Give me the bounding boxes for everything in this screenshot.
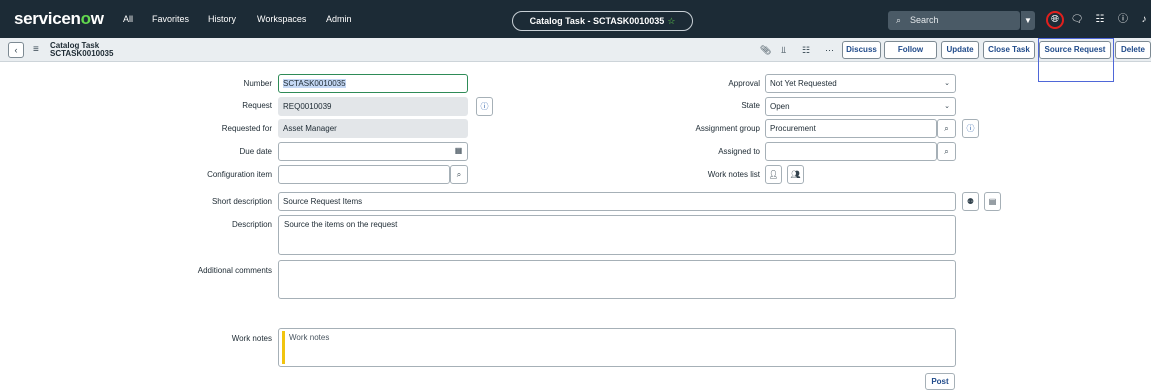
search-scope-dropdown[interactable]: ▼: [1020, 11, 1035, 30]
number-label: Number: [243, 79, 272, 88]
close-task-button[interactable]: Close Task: [983, 41, 1035, 59]
form-context-menu-icon[interactable]: ≡: [33, 43, 39, 56]
record-number: SCTASK0010035: [50, 49, 114, 58]
logo-text-o: o: [80, 9, 91, 28]
record-title-pill[interactable]: Catalog Task - SCTASK0010035 ☆: [512, 11, 693, 31]
book-icon[interactable]: ▤: [984, 192, 1001, 211]
chat-icon[interactable]: 🗨︎: [1068, 11, 1086, 29]
assignment-group-info-icon[interactable]: ⓘ: [962, 119, 979, 138]
assignment-group-label: Assignment group: [695, 124, 760, 133]
work-notes-textarea[interactable]: Work notes: [278, 328, 956, 367]
more-options-icon[interactable]: ⋯: [825, 44, 834, 56]
discuss-button[interactable]: Discuss: [842, 41, 881, 59]
logo-text-end: w: [90, 9, 104, 28]
search-icon: ⌕: [896, 15, 902, 25]
assigned-to-field[interactable]: [765, 142, 937, 161]
short-description-label: Short description: [211, 197, 272, 206]
approval-select[interactable]: Not Yet Requested ⌄: [765, 74, 956, 93]
top-navigation-bar: servicenow All Favorites History Workspa…: [0, 0, 1151, 38]
request-label: Request: [242, 101, 272, 110]
globe-icon[interactable]: 🌐︎: [1046, 11, 1064, 29]
search-icon[interactable]: ⌕: [937, 119, 956, 138]
add-me-icon[interactable]: 👤︎: [765, 165, 782, 184]
inbox-icon[interactable]: ☷: [1091, 11, 1109, 29]
nav-link-history[interactable]: History: [208, 14, 236, 25]
requested-for-field: Asset Manager: [278, 119, 468, 138]
update-button[interactable]: Update: [941, 41, 979, 59]
global-search[interactable]: ⌕ Search: [888, 11, 1020, 30]
additional-comments-textarea[interactable]: [278, 260, 956, 299]
nav-link-all[interactable]: All: [123, 14, 133, 25]
personalize-form-icon[interactable]: ☷: [802, 44, 810, 56]
bell-icon[interactable]: ♪: [1137, 11, 1151, 29]
additional-comments-label: Additional comments: [197, 266, 272, 275]
add-users-icon[interactable]: 👥︎: [787, 165, 804, 184]
requested-for-label: Requested for: [221, 124, 272, 133]
favorite-star-icon[interactable]: ☆: [667, 16, 675, 26]
delete-button[interactable]: Delete: [1115, 41, 1151, 59]
chevron-left-icon: ‹: [14, 45, 18, 55]
number-field[interactable]: SCTASK0010035: [278, 74, 468, 93]
highlight-box: [1038, 38, 1114, 82]
due-date-field[interactable]: [278, 142, 468, 161]
nav-link-favorites[interactable]: Favorites: [152, 14, 189, 25]
short-description-field[interactable]: Source Request Items: [278, 192, 956, 211]
description-label: Description: [231, 220, 272, 229]
search-placeholder: Search: [910, 15, 939, 25]
work-notes-label: Work notes: [231, 334, 272, 343]
search-icon[interactable]: ⌕: [937, 142, 956, 161]
assignment-group-field[interactable]: Procurement: [765, 119, 937, 138]
configuration-item-label: Configuration item: [207, 170, 272, 179]
work-notes-list-label: Work notes list: [707, 170, 760, 179]
form-header: ‹ ≡ Catalog Task SCTASK0010035 📎︎ ⫫ ☷ ⋯ …: [0, 38, 1151, 62]
work-notes-indicator-bar: [282, 331, 285, 364]
number-value: SCTASK0010035: [283, 79, 346, 88]
state-value: Open: [770, 102, 790, 111]
record-title: Catalog Task - SCTASK0010035: [529, 16, 665, 26]
assigned-to-label: Assigned to: [718, 147, 760, 156]
chevron-down-icon: ⌄: [944, 80, 950, 87]
back-button[interactable]: ‹: [8, 42, 24, 58]
search-icon[interactable]: ⌕: [450, 165, 468, 184]
due-date-label: Due date: [239, 147, 272, 156]
nav-link-workspaces[interactable]: Workspaces: [257, 14, 306, 25]
approval-value: Not Yet Requested: [770, 79, 837, 88]
help-icon[interactable]: ⓘ: [1114, 11, 1132, 29]
activity-filter-icon[interactable]: ⫫: [781, 44, 786, 56]
post-button[interactable]: Post: [925, 373, 955, 390]
approval-label: Approval: [728, 79, 760, 88]
lightbulb-icon[interactable]: ⚉: [962, 192, 979, 211]
calendar-icon[interactable]: ▦: [450, 142, 467, 161]
servicenow-logo[interactable]: servicenow: [14, 10, 104, 28]
chevron-down-icon: ⌄: [944, 103, 950, 110]
nav-link-admin[interactable]: Admin: [326, 14, 352, 25]
attachment-icon[interactable]: 📎︎: [760, 44, 771, 56]
description-textarea[interactable]: Source the items on the request: [278, 215, 956, 255]
configuration-item-field[interactable]: [278, 165, 450, 184]
state-label: State: [741, 101, 760, 110]
state-select[interactable]: Open ⌄: [765, 97, 956, 116]
request-info-icon[interactable]: ⓘ: [476, 97, 493, 116]
logo-text-start: servicen: [14, 9, 81, 28]
follow-button[interactable]: Follow: [884, 41, 937, 59]
request-field: REQ0010039: [278, 97, 468, 116]
